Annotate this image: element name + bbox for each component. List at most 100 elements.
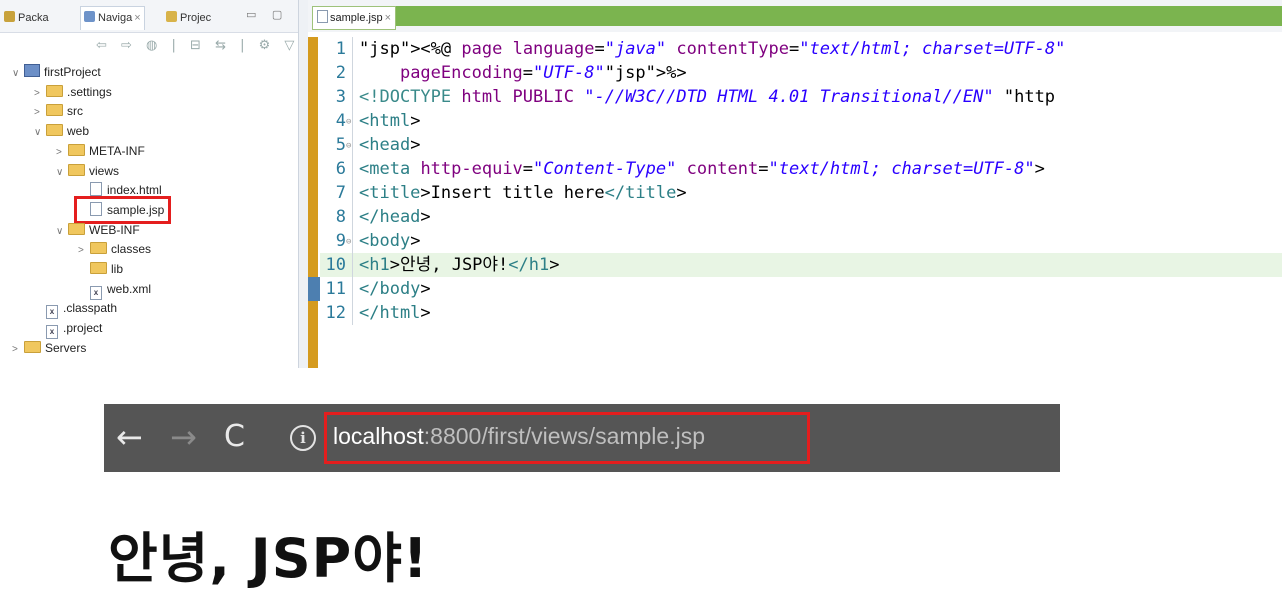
code-text: <head> [352,133,420,157]
code-line-9[interactable]: 9⊖ <body> [320,229,1282,253]
tab-label: Naviga [98,12,133,24]
jsp-file-icon [317,10,328,23]
tree-item-src[interactable]: > src [34,101,83,121]
code-line-1[interactable]: 1 "jsp"><%@ page language="java" contentT… [320,37,1282,61]
code-text: </head> [352,205,431,229]
editor-gutter [308,37,318,368]
tree-item-firstproject[interactable]: ∨ firstProject [12,62,101,82]
code-text: <body> [352,229,420,253]
url-text: localhost:8800/first/views/sample.jsp [333,423,705,450]
tree-item-meta-inf[interactable]: > META-INF [56,141,145,161]
tree-item-label: sample.jsp [107,202,165,217]
chevron-down-icon[interactable]: ∨ [34,123,46,143]
chevron-right-icon[interactable]: > [12,340,24,360]
package-icon [4,11,15,22]
tree-item-label: web.xml [107,281,152,296]
file-icon [90,182,102,197]
folder-icon [90,242,107,255]
file-icon [90,201,102,216]
code-line-5[interactable]: 5⊖ <head> [320,133,1282,157]
chevron-down-icon[interactable]: ∨ [56,222,68,242]
tree-item-sample-jsp[interactable]: sample.jsp [73,195,172,224]
code-line-8[interactable]: 8 </head> [320,205,1282,229]
tree-item-servers[interactable]: > Servers [12,338,86,358]
folder-icon [46,104,63,117]
code-text: <title>Insert title here</title> [352,181,687,205]
folder-icon [24,340,41,353]
folder-icon [90,262,107,274]
view-tab-bar: Packa Naviga × Projec ▭ ▢ [0,0,298,33]
code-text: pageEncoding="UTF-8""jsp">%> [352,61,687,85]
code-text: <!DOCTYPE html PUBLIC "-//W3C//DTD HTML … [352,85,1055,109]
code-text: <meta http-equiv="Content-Type" content=… [352,157,1045,181]
code-line-7[interactable]: 7 <title>Insert title here</title> [320,181,1282,205]
tree-item-label: views [89,163,120,178]
code-line-6[interactable]: 6 <meta http-equiv="Content-Type" content… [320,157,1282,181]
code-line-2[interactable]: 2 pageEncoding="UTF-8""jsp">%> [320,61,1282,85]
forward-arrow-icon[interactable]: → [170,414,197,460]
line-number: 2 [335,63,346,83]
navigator-toolbar[interactable]: ⇦ ⇨ ◍ | ⊟ ⇆ | ⚙ ▽ [96,38,299,53]
tree-item-web-inf[interactable]: ∨ WEB-INF [56,220,140,240]
tree-item-classes[interactable]: > classes [78,239,151,259]
folder-icon [68,143,85,156]
tree-item-label: .settings [67,84,112,99]
chevron-down-icon[interactable]: ∨ [12,64,24,84]
tree-item-label: lib [111,262,124,276]
editor-tab-label: sample.jsp [330,12,383,24]
chevron-down-icon[interactable]: ∨ [56,163,68,183]
close-icon[interactable]: × [134,12,140,24]
code-text: </body> [352,277,431,301]
tree-item-settings[interactable]: > .settings [34,82,112,102]
code-editor: sample.jsp × 1 "jsp"><%@ page language="ja… [308,0,1282,368]
code-line-3[interactable]: 3 <!DOCTYPE html PUBLIC "-//W3C//DTD HTML… [320,85,1282,109]
tree-item-project[interactable]: x .project [34,318,103,340]
editor-tab-bar: sample.jsp × [308,0,1282,32]
code-line-4[interactable]: 4⊖ <html> [320,109,1282,133]
editor-tab-bar-highlight [378,6,1282,26]
line-number: 3 [335,87,346,107]
tree-item-web[interactable]: ∨ web [34,121,89,141]
line-number: 10 [325,255,346,275]
tree-item-classpath[interactable]: x .classpath [34,298,118,320]
code-text: <html> [352,109,420,133]
folder-icon [68,163,85,176]
line-number: 4 [335,111,346,131]
url-path: :8800/first/views/sample.jsp [423,423,706,449]
line-number: 12 [325,303,346,323]
back-arrow-icon[interactable]: ← [116,414,143,460]
current-line-marker [308,277,320,301]
tree-item-index-html[interactable]: index.html [78,180,162,200]
close-icon[interactable]: × [385,12,391,24]
tab-navigator[interactable]: Naviga × [80,6,145,30]
code-line-12[interactable]: 12 </html> [320,301,1282,325]
tree-item-label: .classpath [63,301,118,316]
folder-icon [68,222,85,235]
minimize-maximize-icons[interactable]: ▭ ▢ [246,8,288,21]
line-number: 5 [335,135,346,155]
line-number: 8 [335,207,346,227]
tab-project-explorer[interactable]: Projec [166,7,211,29]
tree-item-lib[interactable]: lib [78,259,123,279]
tree-item-views[interactable]: ∨ views [56,161,119,181]
code-line-11[interactable]: 11 </body> [320,277,1282,301]
info-icon[interactable]: i [290,425,316,451]
address-bar[interactable]: localhost:8800/first/views/sample.jsp [324,412,810,464]
tab-label: Packa [18,12,49,24]
code-line-10[interactable]: 10 <h1>안녕, JSP야!</h1> [320,253,1282,277]
line-number: 6 [335,159,346,179]
code-text: "jsp"><%@ page language="java" contentTy… [352,37,1065,61]
tab-sample-jsp[interactable]: sample.jsp × [312,6,397,30]
project-icon [166,11,177,22]
tree-item-label: .project [63,321,103,336]
line-number: 9 [335,231,346,251]
line-number: 1 [335,39,346,59]
reload-icon[interactable]: C [224,414,245,460]
tab-package-explorer[interactable]: Packa [4,7,49,29]
tree-item-web-xml[interactable]: x web.xml [78,279,152,300]
tree-item-label: index.html [107,183,162,198]
project-icon [24,64,40,77]
line-number: 7 [335,183,346,203]
tree-item-label: META-INF [89,143,145,158]
code-text: <h1>안녕, JSP야!</h1> [352,253,560,277]
